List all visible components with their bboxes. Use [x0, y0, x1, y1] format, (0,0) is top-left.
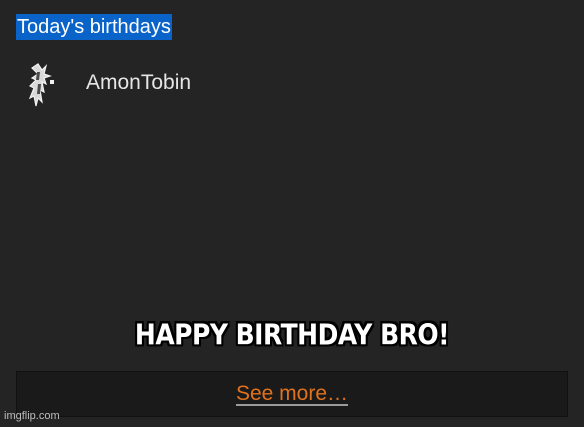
- imgflip-watermark: imgflip.com: [4, 410, 60, 422]
- birthday-user-row[interactable]: AmonTobin: [24, 60, 191, 112]
- birthdays-widget: Today's birthdays AmonTobin HAPPY BIRTHD…: [0, 0, 584, 427]
- see-more-bar: See more…: [16, 371, 568, 417]
- user-avatar-icon[interactable]: [24, 60, 64, 112]
- widget-title: Today's birthdays: [16, 14, 172, 40]
- meme-caption: HAPPY BIRTHDAY BRO!: [134, 317, 450, 352]
- birthday-username[interactable]: AmonTobin: [86, 71, 191, 95]
- see-more-link[interactable]: See more…: [236, 382, 348, 406]
